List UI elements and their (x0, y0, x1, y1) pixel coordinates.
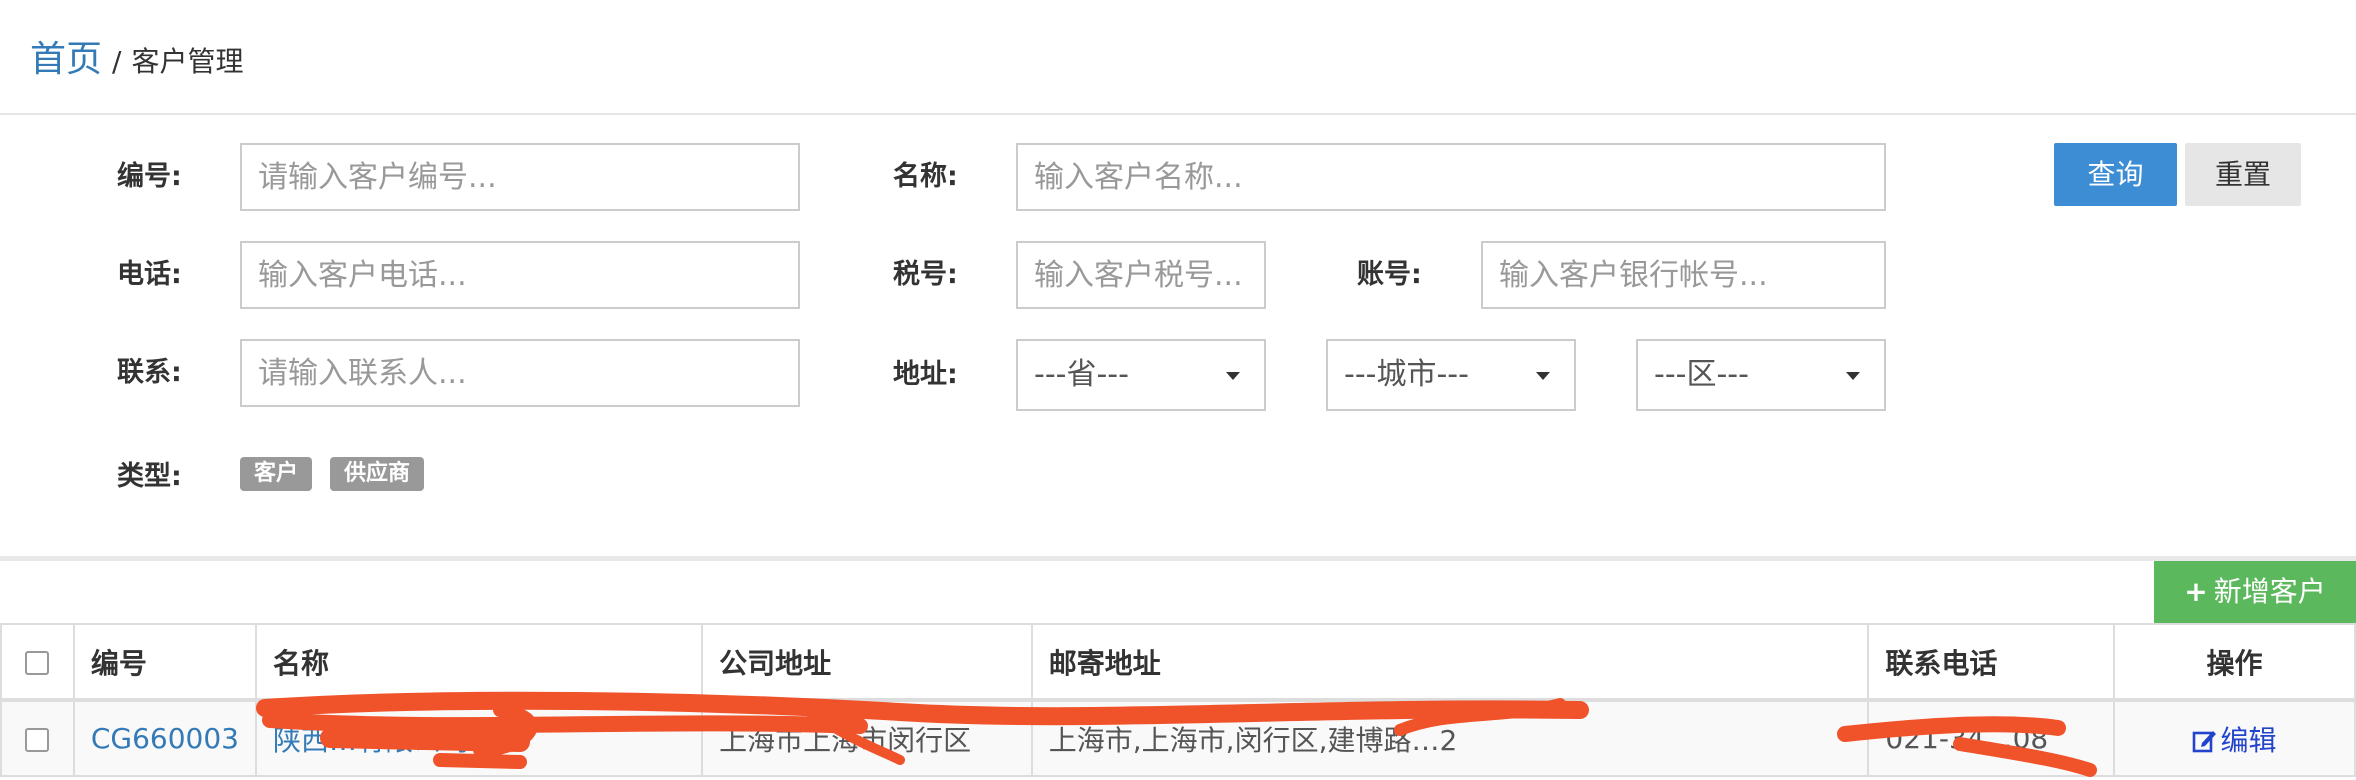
breadcrumb: 首页 / 客户管理 (30, 30, 243, 82)
row-checkbox[interactable] (25, 728, 50, 752)
type-tag-customer[interactable]: 客户 (240, 457, 313, 491)
caret-down-icon (1536, 372, 1550, 380)
contact-input[interactable] (240, 339, 800, 407)
add-customer-label: 新增客户 (2213, 575, 2326, 608)
header-code: 编号 (72, 623, 258, 702)
query-button[interactable]: 查询 (2054, 143, 2177, 206)
header-divider (0, 113, 2356, 115)
row-select-cell[interactable] (0, 699, 75, 777)
row-code-link[interactable]: CG660003 (72, 699, 258, 777)
breadcrumb-current: 客户管理 (131, 45, 244, 78)
header-action: 操作 (2113, 623, 2356, 702)
phone-label: 电话: (117, 259, 182, 290)
edit-button[interactable]: 编辑 (2192, 723, 2277, 757)
edit-icon (2193, 730, 2217, 752)
caret-down-icon (1226, 372, 1240, 380)
name-input[interactable] (1016, 143, 1886, 211)
phone-input[interactable] (240, 241, 800, 309)
tax-label: 税号: (893, 259, 958, 290)
plus-icon: + (2184, 575, 2208, 608)
province-select[interactable]: ---省--- (1016, 339, 1266, 411)
address-label: 地址: (893, 359, 958, 390)
table-row: CG660003 陕西…有限公司 上海市上海市闵行区 上海市,上海市,闵行区,建… (0, 699, 2356, 777)
account-label: 账号: (1357, 259, 1422, 290)
header-name: 名称 (254, 623, 704, 702)
table-header-row: 编号 名称 公司地址 邮寄地址 联系电话 操作 (0, 623, 2356, 702)
header-mail-address: 邮寄地址 (1030, 623, 1870, 702)
edit-label: 编辑 (2220, 723, 2277, 757)
row-name[interactable]: 陕西…有限公司 (254, 699, 704, 777)
section-divider (0, 556, 2356, 561)
city-select[interactable]: ---城市--- (1326, 339, 1576, 411)
header-phone: 联系电话 (1867, 623, 2115, 702)
type-label: 类型: (117, 461, 182, 492)
city-select-value: ---城市--- (1344, 357, 1469, 392)
customer-table: 编号 名称 公司地址 邮寄地址 联系电话 操作 CG660003 陕西…有限公司… (0, 623, 2356, 777)
row-edit-cell[interactable]: 编辑 (2113, 699, 2356, 777)
header-company-address: 公司地址 (701, 623, 1033, 702)
district-select-value: ---区--- (1654, 357, 1749, 392)
contact-label: 联系: (117, 357, 182, 388)
caret-down-icon (1846, 372, 1860, 380)
row-phone: 021-34…08 (1867, 699, 2115, 777)
type-tag-supplier[interactable]: 供应商 (330, 457, 425, 491)
breadcrumb-home-link[interactable]: 首页 (30, 30, 102, 82)
add-customer-button[interactable]: + 新增客户 (2154, 561, 2356, 623)
district-select[interactable]: ---区--- (1636, 339, 1886, 411)
code-label: 编号: (117, 161, 182, 192)
row-mail-address: 上海市,上海市,闵行区,建博路…2 (1030, 699, 1870, 777)
row-company-address: 上海市上海市闵行区 (701, 699, 1033, 777)
breadcrumb-separator: / (112, 45, 122, 78)
code-input[interactable] (240, 143, 800, 211)
name-label: 名称: (893, 161, 958, 192)
select-all-cell[interactable] (0, 623, 75, 702)
province-select-value: ---省--- (1034, 357, 1129, 392)
reset-button[interactable]: 重置 (2185, 143, 2301, 206)
account-input[interactable] (1481, 241, 1886, 309)
select-all-checkbox[interactable] (25, 651, 50, 675)
tax-input[interactable] (1016, 241, 1266, 309)
